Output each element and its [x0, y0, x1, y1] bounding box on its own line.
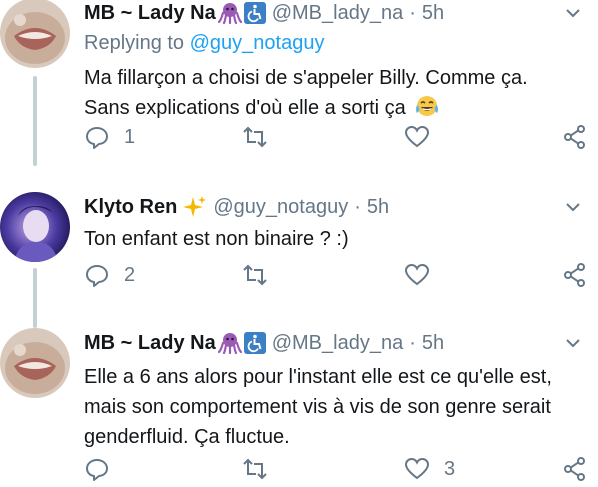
tweet-header: MB ~ Lady Na @MB_lady_na · 5h [84, 330, 588, 356]
reply-count: 2 [124, 263, 136, 286]
display-name[interactable]: MB ~ Lady Na [84, 332, 216, 355]
share-icon [564, 125, 585, 149]
separator: · [409, 331, 416, 354]
tweet-header: Klyto Ren @guy_notaguy · 5h [84, 194, 588, 220]
share-button[interactable] [562, 262, 588, 288]
separator: · [409, 1, 416, 24]
chevron-down-icon[interactable] [564, 198, 582, 216]
reply-button[interactable] [84, 456, 124, 482]
chevron-down-icon[interactable] [564, 4, 582, 22]
tweet-text-line: Ton enfant est non binaire ? :) [84, 228, 349, 250]
timestamp[interactable]: 5h [367, 196, 389, 219]
tweet-2[interactable]: Klyto Ren @guy_notaguy · 5h Ton enfant e… [0, 192, 598, 328]
like-count: 3 [444, 457, 456, 480]
like-button[interactable]: 3 [404, 456, 455, 482]
retweet-icon [243, 264, 267, 286]
share-icon [564, 263, 585, 287]
share-button[interactable] [562, 456, 588, 482]
like-button[interactable] [404, 262, 444, 288]
reply-button[interactable]: 2 [84, 262, 135, 288]
tweet-text: Ton enfant est non binaire ? :) [84, 224, 588, 254]
wheelchair-emoji [243, 332, 266, 354]
handle[interactable]: @MB_lady_na [272, 332, 403, 355]
reply-count: 1 [124, 125, 136, 148]
retweet-button[interactable] [242, 124, 268, 150]
replying-to-mention[interactable]: @guy_notaguy [190, 32, 325, 54]
octopus-emoji [217, 2, 242, 24]
avatar[interactable] [0, 0, 70, 68]
wheelchair-emoji [243, 2, 266, 24]
tweet-actions: 3 [84, 456, 585, 486]
tears-of-joy-emoji [415, 95, 439, 126]
sparkles-emoji [183, 195, 207, 219]
like-icon [404, 457, 430, 480]
handle[interactable]: @guy_notaguy [213, 196, 348, 219]
like-icon [404, 263, 430, 286]
share-icon [564, 457, 585, 481]
display-name[interactable]: MB ~ Lady Na [84, 2, 216, 25]
separator: · [354, 195, 361, 218]
retweet-button[interactable] [242, 456, 268, 482]
octopus-emoji [217, 332, 242, 354]
tweet-text-line: mais son comportement vis à vis de son g… [84, 396, 551, 418]
reply-icon [86, 127, 108, 149]
tweet-content: MB ~ Lady Na @MB_lady_na · 5h Replying t… [84, 0, 588, 126]
share-button[interactable] [562, 124, 588, 150]
thread-line [33, 268, 37, 328]
chevron-down-icon[interactable] [564, 334, 582, 352]
reply-icon [86, 459, 108, 481]
tweet-header: MB ~ Lady Na @MB_lady_na · 5h [84, 0, 588, 26]
tweet-text-line-content: Sans explications d'où elle a sorti ça [84, 97, 406, 119]
retweet-icon [243, 458, 267, 480]
reply-icon [86, 265, 108, 287]
tweet-text-line: Elle a 6 ans alors pour l'instant elle e… [84, 366, 552, 388]
replying-to-label: Replying to [84, 32, 185, 54]
tweet-1[interactable]: MB ~ Lady Na @MB_lady_na · 5h Replying t… [0, 0, 598, 166]
avatar[interactable] [0, 328, 70, 398]
tweet-actions: 2 [84, 262, 585, 292]
like-icon [404, 125, 430, 148]
replying-to: Replying to @guy_notaguy [84, 32, 588, 55]
tweet-3[interactable]: MB ~ Lady Na @MB_lady_na · 5h Elle a 6 a… [0, 328, 598, 487]
tweet-text-line: Ma fillarçon a choisi de s'appeler Billy… [84, 67, 528, 89]
avatar[interactable] [0, 192, 70, 262]
retweet-icon [243, 126, 267, 148]
tweet-content: MB ~ Lady Na @MB_lady_na · 5h Elle a 6 a… [84, 330, 588, 452]
tweet-text-line: genderfluid. Ça fluctue. [84, 426, 290, 448]
timestamp[interactable]: 5h [422, 332, 444, 355]
thread-line [33, 76, 37, 166]
retweet-button[interactable] [242, 262, 268, 288]
timestamp[interactable]: 5h [422, 2, 444, 25]
display-name[interactable]: Klyto Ren [84, 196, 177, 219]
tweet-text-line: Sans explications d'où elle a sorti ça [84, 93, 588, 126]
reply-button[interactable]: 1 [84, 124, 135, 150]
like-button[interactable] [404, 124, 444, 150]
tweet-text: Elle a 6 ans alors pour l'instant elle e… [84, 362, 588, 452]
handle[interactable]: @MB_lady_na [272, 2, 403, 25]
tweet-actions: 1 [84, 124, 585, 154]
tweet-content: Klyto Ren @guy_notaguy · 5h Ton enfant e… [84, 194, 588, 254]
tweet-text: Ma fillarçon a choisi de s'appeler Billy… [84, 63, 588, 126]
